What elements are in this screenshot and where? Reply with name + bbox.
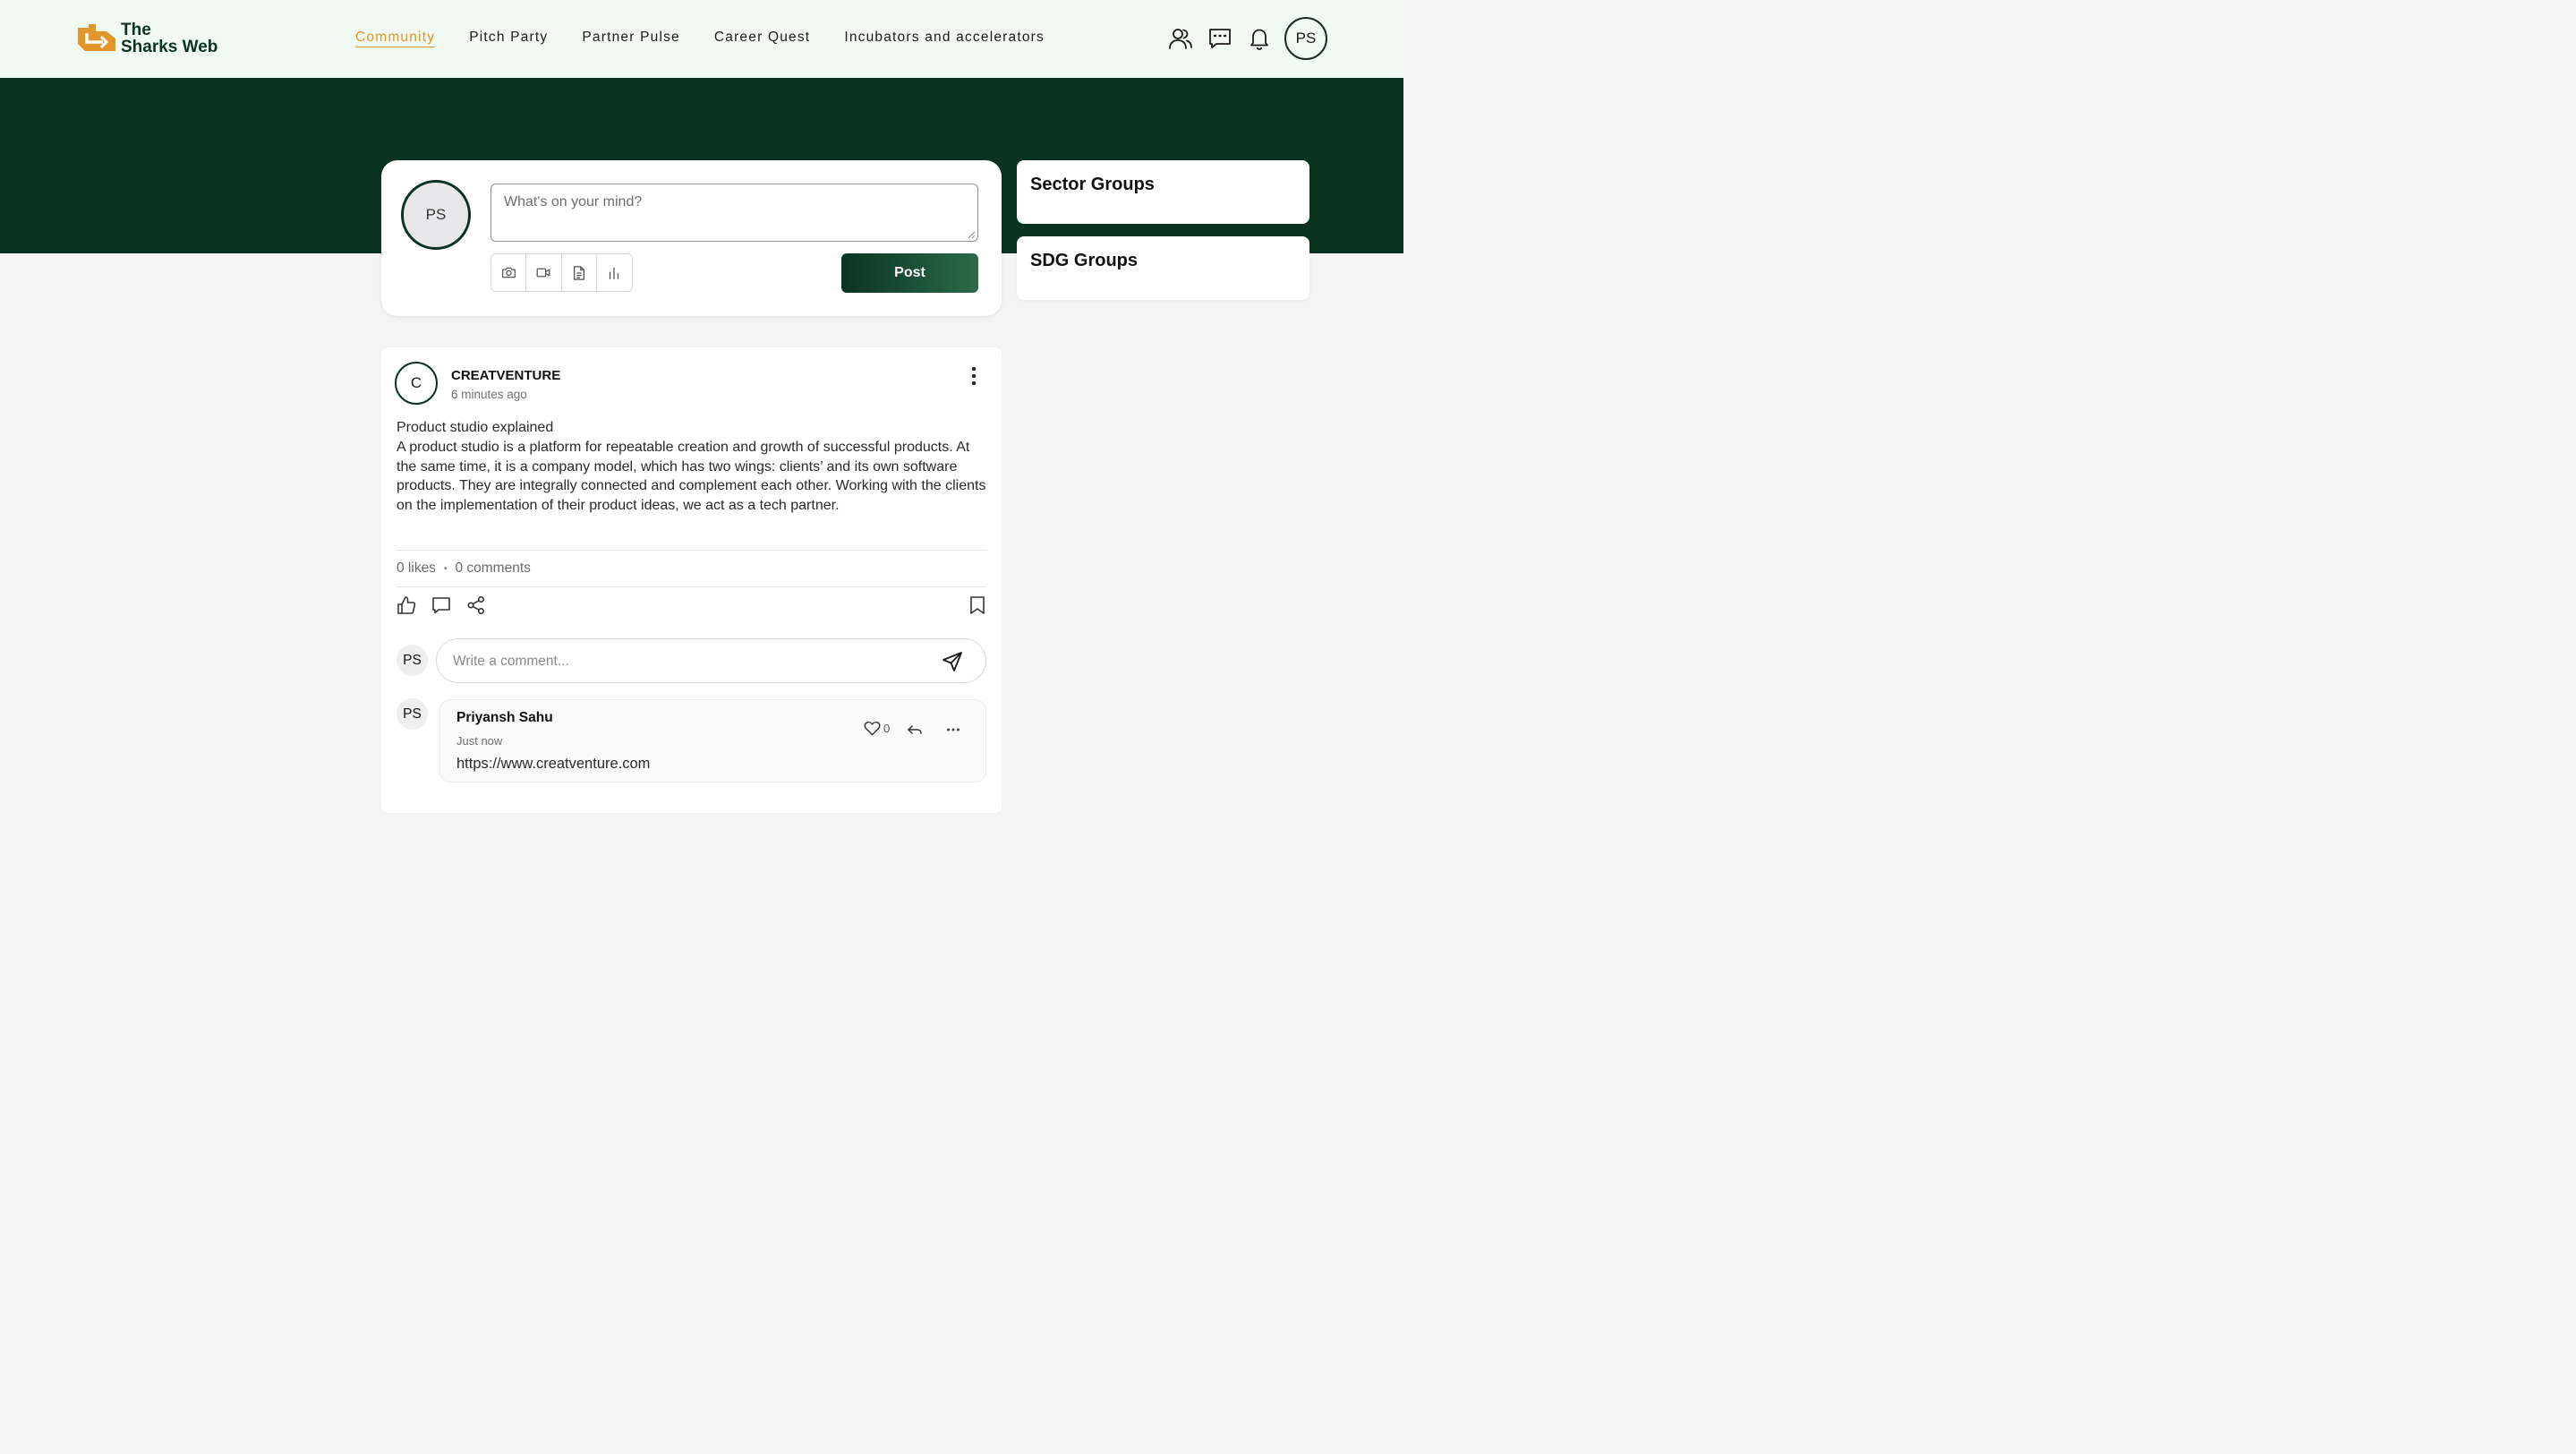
video-icon — [536, 268, 550, 278]
comment-text: https://www.creatventure.com — [456, 756, 651, 772]
post-actions — [397, 595, 501, 615]
comment-like-button[interactable]: 0 — [864, 721, 890, 736]
comment-item: Priyansh Sahu Just now https://www.creat… — [439, 699, 986, 783]
users-icon[interactable] — [1168, 26, 1193, 51]
bookmark-icon[interactable] — [968, 595, 987, 615]
sector-groups-card[interactable]: Sector Groups — [1017, 160, 1309, 224]
post-composer: PS Post — [381, 160, 1002, 316]
message-icon[interactable] — [1207, 26, 1233, 51]
logo-text-line2: Sharks Web — [121, 38, 218, 56]
like-icon[interactable] — [397, 595, 416, 615]
post-input[interactable] — [490, 184, 978, 242]
heart-icon — [864, 721, 881, 736]
nav-link-community[interactable]: Community — [355, 30, 436, 47]
comment-timestamp: Just now — [456, 734, 503, 748]
comment-input-wrapper — [436, 638, 986, 683]
resize-grip-icon[interactable] — [968, 231, 976, 239]
divider — [397, 550, 986, 551]
post-body: Product studio explained A product studi… — [397, 420, 986, 514]
feed-post: C CREATVENTURE 6 minutes ago Product stu… — [381, 347, 1002, 813]
nav-links: Community Pitch Party Partner Pulse Care… — [355, 30, 1079, 47]
add-document-button[interactable] — [562, 254, 597, 291]
more-options-icon[interactable] — [968, 365, 980, 387]
comment-more-icon[interactable] — [945, 722, 961, 738]
post-button[interactable]: Post — [841, 253, 978, 293]
share-icon[interactable] — [466, 595, 486, 615]
comment-input[interactable] — [453, 650, 918, 673]
camera-icon — [501, 267, 516, 278]
add-photo-button[interactable] — [491, 254, 527, 291]
nav-link-career-quest[interactable]: Career Quest — [714, 30, 810, 47]
document-icon — [573, 265, 584, 280]
commenter-name[interactable]: Priyansh Sahu — [456, 710, 553, 726]
composer-avatar: PS — [401, 180, 471, 250]
divider — [397, 586, 986, 587]
logo-text: The Sharks Web — [121, 21, 218, 56]
stats-separator: • — [443, 563, 448, 574]
logo-text-line1: The — [121, 21, 151, 39]
author-avatar[interactable]: C — [395, 362, 438, 405]
top-navbar: The Sharks Web Community Pitch Party Par… — [0, 0, 1403, 78]
add-poll-button[interactable] — [597, 254, 632, 291]
logo-mark-icon — [78, 24, 115, 51]
media-toolbar — [490, 253, 633, 292]
nav-link-incubators[interactable]: Incubators and accelerators — [844, 30, 1045, 47]
comment-icon[interactable] — [431, 595, 451, 615]
post-timestamp: 6 minutes ago — [451, 388, 527, 401]
sdg-groups-card[interactable]: SDG Groups — [1017, 236, 1309, 300]
commenter-avatar[interactable]: PS — [397, 698, 428, 730]
comment-composer-avatar: PS — [397, 645, 428, 676]
nav-icons — [1168, 26, 1286, 51]
poll-icon — [610, 267, 619, 279]
author-name[interactable]: CREATVENTURE — [451, 368, 560, 383]
logo[interactable]: The Sharks Web — [76, 21, 218, 56]
post-stats: 0 likes • 0 comments — [397, 560, 531, 577]
bell-icon[interactable] — [1247, 26, 1272, 51]
nav-link-pitch-party[interactable]: Pitch Party — [469, 30, 548, 47]
comments-count[interactable]: 0 comments — [455, 560, 530, 577]
reply-icon[interactable] — [907, 722, 923, 738]
user-avatar[interactable]: PS — [1284, 17, 1327, 60]
send-icon[interactable] — [941, 650, 964, 673]
add-video-button[interactable] — [526, 254, 562, 291]
likes-count[interactable]: 0 likes — [397, 560, 436, 577]
nav-link-partner-pulse[interactable]: Partner Pulse — [582, 30, 680, 47]
comment-like-count: 0 — [883, 722, 891, 735]
